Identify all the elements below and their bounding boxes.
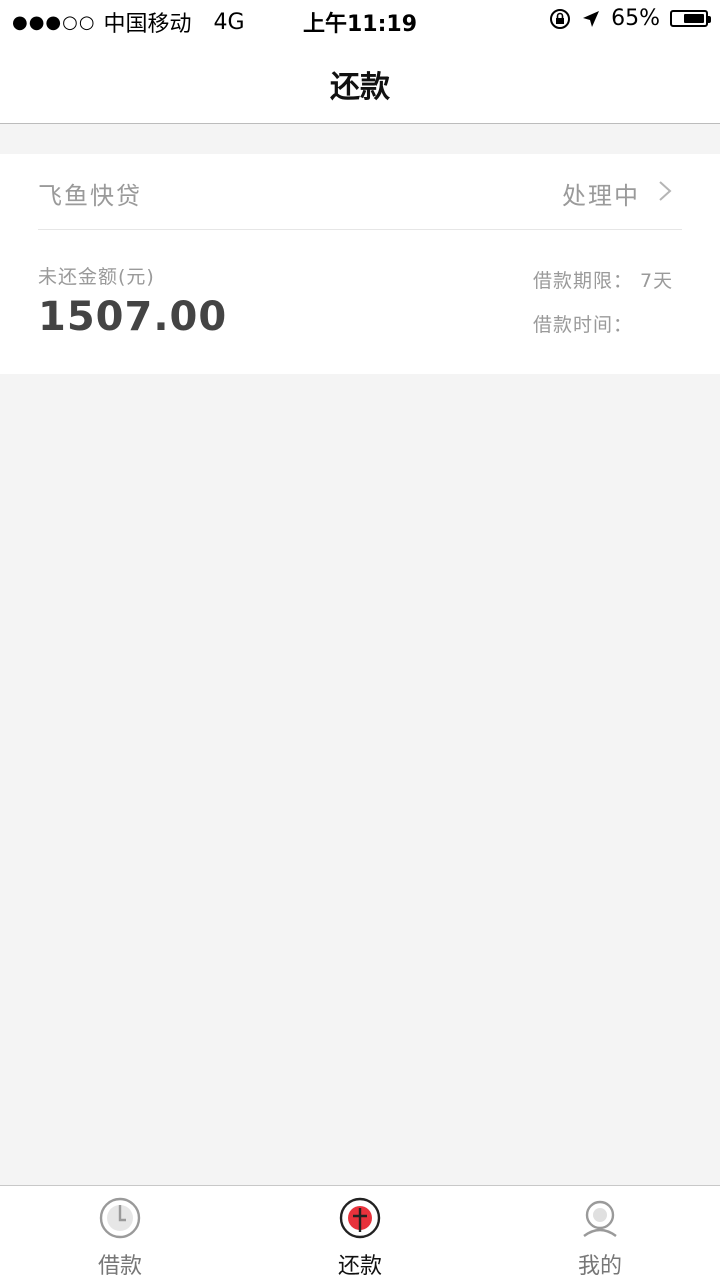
page-title: 还款 [330,70,390,105]
tab-repay[interactable]: 还款 [240,1186,480,1281]
repay-icon [339,1197,381,1239]
loan-status: 处理中 [562,182,640,210]
tab-borrow[interactable]: 借款 [0,1186,240,1281]
lender-name: 飞鱼快贷 [38,182,142,210]
loan-card[interactable]: 飞鱼快贷 处理中 未还金额(元) 1507.00 借款期限： 7天 借款时间： [0,154,720,374]
status-bar: ●●●○○ 中国移动 4G 上午11:19 65% [0,0,720,40]
profile-icon [583,1200,617,1237]
chevron-right-icon [659,181,672,201]
location-arrow-icon [583,10,600,27]
tab-bar: 借款 还款 我的 [0,1185,720,1281]
battery-percent: 65% [611,6,660,31]
tab-label: 我的 [577,1254,622,1279]
outstanding-amount: 1507.00 [38,294,228,340]
navigation-bar: 还款 [0,40,720,124]
loan-term: 借款期限： 7天 [533,270,674,292]
status-right: 65% [549,6,711,31]
tab-profile[interactable]: 我的 [480,1186,720,1281]
loan-card-header[interactable]: 飞鱼快贷 处理中 [38,154,682,230]
battery-icon [670,10,711,27]
loan-time: 借款时间： [533,314,634,336]
rotation-lock-icon [550,8,571,29]
outstanding-amount-label: 未还金额(元) [38,266,155,288]
tab-label: 还款 [337,1254,382,1279]
borrow-icon [99,1197,141,1239]
tab-label: 借款 [97,1254,142,1279]
